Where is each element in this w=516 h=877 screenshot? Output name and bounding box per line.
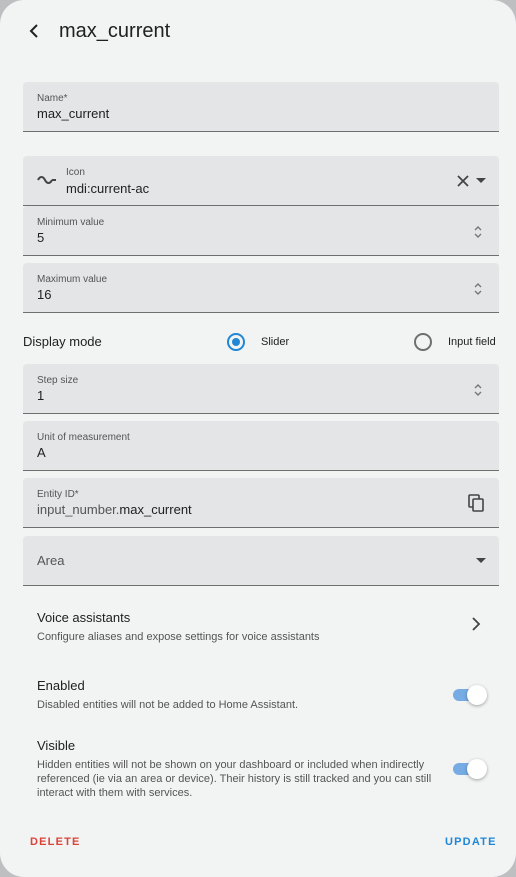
input-field-radio[interactable] [414,333,432,351]
close-icon[interactable] [457,175,469,187]
maximum-value-field[interactable]: Maximum value 16 [23,263,499,313]
copy-icon[interactable] [468,494,484,512]
area-select[interactable]: Area [23,536,499,586]
update-button[interactable]: UPDATE [445,836,497,848]
voice-assistants-subtitle: Configure aliases and expose settings fo… [37,631,320,643]
caret-down-icon[interactable] [476,178,486,184]
caret-down-icon[interactable] [476,558,486,564]
voice-assistants-row[interactable]: Voice assistants Configure aliases and e… [37,610,487,644]
entity-settings-dialog: max_current Name* max_current Icon mdi:c… [0,0,516,877]
input-field-radio-label[interactable]: Input field [448,336,496,348]
display-mode-row: Display mode Slider Input field [23,330,499,354]
name-field[interactable]: Name* max_current [23,82,499,132]
unit-of-measurement-field[interactable]: Unit of measurement A [23,421,499,471]
step-size-field[interactable]: Step size 1 [23,364,499,414]
enabled-toggle[interactable] [453,685,487,705]
toggle-thumb [467,759,487,779]
unit-of-measurement-value: A [37,445,46,460]
page-title: max_current [59,20,171,42]
name-field-label: Name* [37,93,68,104]
name-field-value: max_current [37,106,110,121]
entity-id-value: input_number.max_current [37,502,192,517]
back-button[interactable] [18,16,50,46]
display-mode-label: Display mode [23,334,102,349]
maximum-value-value: 16 [37,287,52,302]
step-size-label: Step size [37,375,79,386]
icon-field-value: mdi:current-ac [66,181,150,196]
minimum-value-field[interactable]: Minimum value 5 [23,206,499,256]
area-label: Area [37,553,65,568]
current-ac-icon [37,176,56,184]
visible-row: Visible Hidden entities will not be show… [37,738,437,800]
unit-of-measurement-label: Unit of measurement [37,432,130,443]
entity-id-field[interactable]: Entity ID* input_number.max_current [23,478,499,528]
entity-id-prefix: input_number. [37,502,120,517]
entity-id-object-id: max_current [119,502,192,517]
enabled-title: Enabled [37,678,85,693]
visible-subtitle: Hidden entities will not be shown on you… [37,759,432,799]
icon-field[interactable]: Icon mdi:current-ac [23,156,499,206]
visible-title: Visible [37,738,76,753]
visible-toggle[interactable] [453,759,487,779]
voice-assistants-title: Voice assistants [37,610,131,625]
stepper-icon[interactable] [473,382,483,398]
dialog-header: max_current [0,0,516,62]
maximum-value-label: Maximum value [37,274,108,285]
enabled-row: Enabled Disabled entities will not be ad… [37,678,437,712]
chevron-left-icon [29,24,38,38]
slider-radio[interactable] [227,333,245,351]
step-size-value: 1 [37,388,45,403]
icon-field-label: Icon [66,167,85,178]
minimum-value-label: Minimum value [37,217,105,228]
chevron-right-icon[interactable] [470,617,482,631]
delete-button[interactable]: DELETE [30,836,81,848]
toggle-thumb [467,685,487,705]
slider-radio-label[interactable]: Slider [261,336,289,348]
enabled-subtitle: Disabled entities will not be added to H… [37,699,299,711]
stepper-icon[interactable] [473,281,483,297]
stepper-icon[interactable] [473,224,483,240]
minimum-value-value: 5 [37,230,45,245]
entity-id-label: Entity ID* [37,489,79,500]
